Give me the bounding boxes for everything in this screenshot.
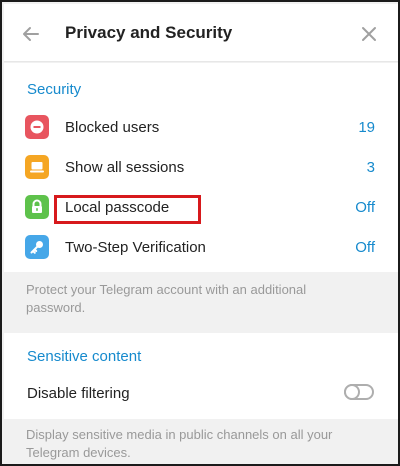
security-note: Protect your Telegram account with an ad…	[26, 282, 307, 315]
header: Privacy and Security	[4, 4, 398, 62]
arrow-left-icon	[23, 27, 39, 41]
blocked-users-count: 19	[358, 119, 375, 136]
local-passcode-row[interactable]: Local passcode Off	[4, 187, 398, 227]
laptop-icon	[30, 162, 44, 173]
back-button[interactable]	[18, 21, 44, 47]
minus-circle-icon	[30, 120, 44, 134]
sessions-count: 3	[366, 159, 375, 176]
section-title-security: Security	[27, 81, 82, 98]
local-passcode-status: Off	[355, 199, 375, 216]
close-button[interactable]	[356, 21, 382, 47]
lock-icon	[32, 199, 42, 213]
security-section: Security Blocked users 19 Show all sessi…	[4, 63, 398, 272]
row-icon-bg	[25, 195, 49, 219]
page-title: Privacy and Security	[65, 23, 233, 42]
local-passcode-label: Local passcode	[65, 199, 170, 216]
two-step-verification-label: Two-Step Verification	[65, 239, 206, 256]
show-all-sessions-label: Show all sessions	[65, 159, 185, 176]
row-icon-bg	[25, 115, 49, 139]
key-icon	[30, 241, 43, 254]
disable-filtering-label: Disable filtering	[27, 385, 130, 402]
settings-window: Privacy and Security Security Blocked us…	[0, 0, 400, 466]
blocked-users-label: Blocked users	[65, 119, 160, 136]
sensitive-content-section: Sensitive content Disable filtering	[4, 333, 398, 419]
row-icon-bg	[25, 235, 49, 259]
toggle-knob	[344, 384, 360, 400]
row-icon-bg	[25, 155, 49, 179]
blocked-users-row[interactable]: Blocked users 19	[4, 107, 398, 147]
section-title-sensitive-content: Sensitive content	[27, 348, 142, 365]
disable-filtering-toggle[interactable]	[344, 384, 374, 400]
show-all-sessions-row[interactable]: Show all sessions 3	[4, 147, 398, 187]
close-icon	[362, 27, 376, 41]
sensitive-content-note: Display sensitive media in public channe…	[26, 427, 333, 460]
two-step-verification-status: Off	[355, 239, 375, 256]
two-step-verification-row[interactable]: Two-Step Verification Off	[4, 227, 398, 267]
